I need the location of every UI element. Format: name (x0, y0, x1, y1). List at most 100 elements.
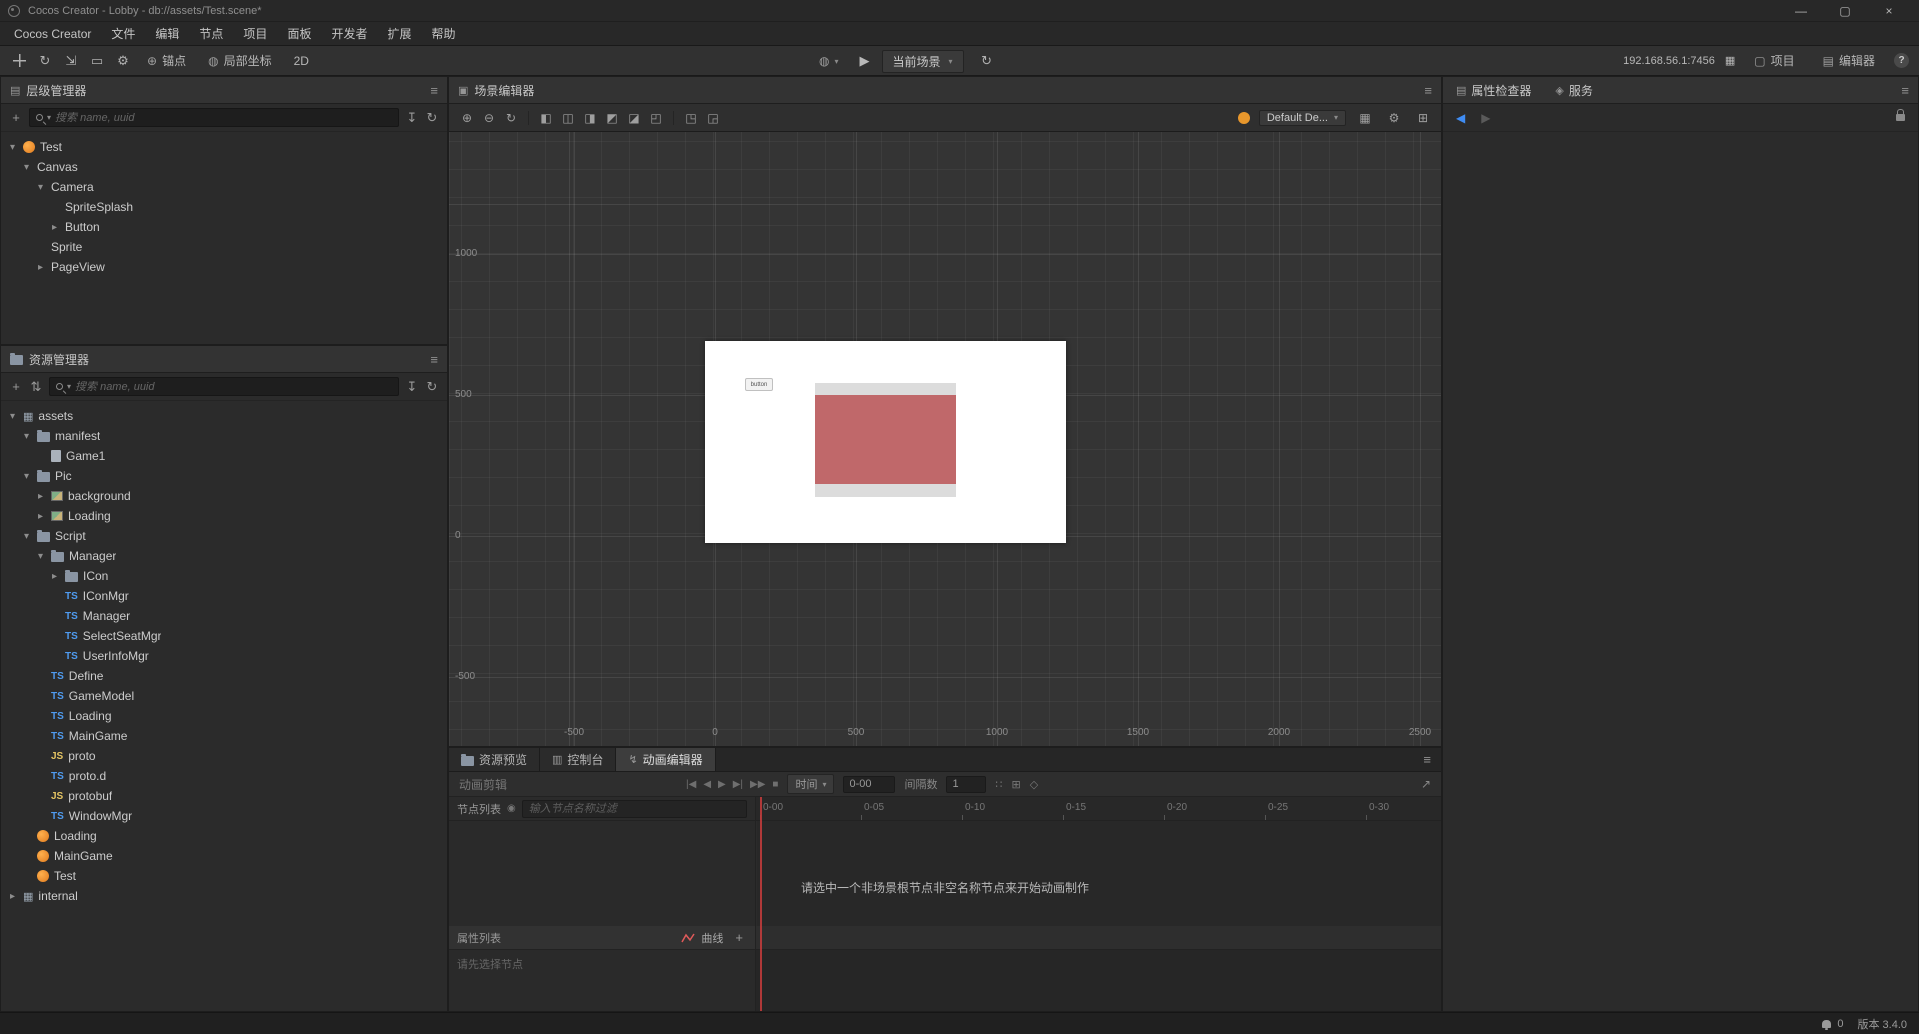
collapse-all-icon[interactable]: ↧ (405, 110, 419, 126)
time-value-input[interactable] (843, 775, 896, 793)
tree-item[interactable]: TS proto.d (1, 766, 447, 786)
keyframe-grid-icon[interactable]: ∷ (995, 778, 1002, 791)
tree-item[interactable]: Sprite (1, 237, 447, 257)
export-icon[interactable]: ↗ (1421, 777, 1431, 791)
tree-item[interactable]: ▾ Script (1, 526, 447, 546)
close-button[interactable]: × (1867, 0, 1911, 22)
scene-settings-icon[interactable]: ⚙ (1384, 111, 1404, 125)
chevron-right-icon[interactable]: ▸ (49, 222, 60, 233)
tab-service[interactable]: ◈ 服务 (1551, 82, 1596, 99)
tree-item[interactable]: Loading (1, 826, 447, 846)
tree-item[interactable]: ▾ Manager (1, 546, 447, 566)
node-list-area[interactable] (449, 821, 756, 926)
align-top-icon[interactable]: ◩ (602, 111, 622, 125)
move-tool-icon[interactable] (8, 50, 30, 72)
node-filter-input[interactable] (521, 799, 747, 818)
event-icon[interactable]: ⊞ (1011, 778, 1020, 791)
chevron-down-icon[interactable]: ▾ (7, 142, 18, 153)
tree-item[interactable]: TS Loading (1, 706, 447, 726)
tree-item[interactable]: TS SelectSeatMgr (1, 626, 447, 646)
distribute-horizontal-icon[interactable]: ◳ (681, 111, 701, 125)
minimize-button[interactable]: — (1779, 0, 1823, 22)
menu-item[interactable]: 扩展 (377, 22, 421, 46)
tree-item[interactable]: ▾ Canvas (1, 157, 447, 177)
open-editor-button[interactable]: ▤ 编辑器 (1814, 50, 1884, 72)
chevron-down-icon[interactable]: ▾ (21, 162, 32, 173)
help-icon[interactable]: ? (1894, 53, 1909, 68)
skip-to-start-button[interactable]: |◀ (686, 779, 696, 790)
panel-menu-icon[interactable]: ≡ (1901, 83, 1909, 98)
time-mode-select[interactable]: 时间 ▾ (787, 774, 835, 794)
add-asset-button[interactable]: + (9, 379, 23, 394)
curve-button[interactable]: 曲线 (681, 930, 723, 946)
scene-viewport[interactable]: button 1000 500 0 -500 -500 0 500 1000 1500 2000 2… (449, 132, 1441, 746)
tree-item[interactable]: JS proto (1, 746, 447, 766)
interval-input[interactable] (946, 775, 987, 793)
local-coords-toggle-button[interactable]: ◍ 局部坐标 (199, 50, 281, 72)
panel-menu-icon[interactable]: ≡ (1424, 83, 1432, 98)
tree-item[interactable]: SpriteSplash (1, 197, 447, 217)
layout-dropdown-icon[interactable]: ▦ (1355, 111, 1375, 125)
refresh-icon[interactable]: ↻ (425, 110, 439, 126)
skip-to-end-button[interactable]: ▶▶ (750, 779, 765, 790)
menu-item[interactable]: 开发者 (321, 22, 377, 46)
scene-select[interactable]: 当前场景 ▾ (881, 49, 964, 73)
qr-code-icon[interactable]: ▦ (1725, 54, 1735, 67)
tree-item[interactable]: Game1 (1, 446, 447, 466)
notification-bell-icon[interactable] (1822, 1019, 1832, 1030)
panel-menu-icon[interactable]: ≡ (430, 83, 438, 98)
history-forward-icon[interactable]: ▶ (1481, 111, 1490, 125)
expand-icon[interactable]: ⊞ (1413, 111, 1433, 125)
tree-item[interactable]: TS MainGame (1, 726, 447, 746)
tree-item[interactable]: ▸ PageView (1, 257, 447, 277)
stop-button[interactable]: ■ (772, 779, 778, 790)
anim-play-button[interactable]: ▶ (718, 779, 726, 790)
chevron-right-icon[interactable]: ▸ (35, 262, 46, 273)
panel-menu-icon[interactable]: ≡ (430, 352, 438, 367)
align-vertical-center-icon[interactable]: ◪ (624, 111, 644, 125)
menu-item[interactable]: 项目 (233, 22, 277, 46)
chevron-right-icon[interactable]: ▸ (35, 491, 46, 502)
tree-item[interactable]: ▸ ▦ internal (1, 886, 447, 906)
rect-tool-icon[interactable]: ▭ (86, 50, 108, 72)
camera-icon[interactable]: ◇ (1030, 778, 1038, 791)
tab-animation-editor[interactable]: ↯ 动画编辑器 (616, 748, 716, 771)
preview-platform-button[interactable]: ◍ ▾ (810, 50, 848, 72)
timeline-ruler[interactable]: 0-00 0-05 0-10 0-15 0-20 0-25 0-30 (756, 797, 1441, 820)
tree-item[interactable]: TS GameModel (1, 686, 447, 706)
tree-item[interactable]: TS IConMgr (1, 586, 447, 606)
chevron-down-icon[interactable]: ▾ (21, 431, 32, 442)
zoom-out-icon[interactable]: ⊖ (479, 111, 499, 125)
menu-item[interactable]: 文件 (101, 22, 145, 46)
chevron-down-icon[interactable]: ▾ (21, 531, 32, 542)
align-horizontal-center-icon[interactable]: ◫ (558, 111, 578, 125)
tree-item[interactable]: ▸ Loading (1, 506, 447, 526)
collapse-all-icon[interactable]: ↧ (405, 379, 419, 395)
menu-item[interactable]: 节点 (189, 22, 233, 46)
refresh-icon[interactable]: ↻ (425, 379, 439, 395)
refresh-button[interactable]: ↻ (976, 50, 998, 72)
tree-item[interactable]: ▾ ▦ assets (1, 406, 447, 426)
sort-icon[interactable]: ⇅ (29, 379, 43, 395)
gizmo-settings-icon[interactable]: ⚙ (112, 50, 134, 72)
play-button[interactable]: ▶ (860, 53, 870, 69)
tree-item[interactable]: ▾ Camera (1, 177, 447, 197)
tree-item[interactable]: ▾ Test (1, 137, 447, 157)
playhead[interactable] (760, 797, 762, 1011)
align-bottom-icon[interactable]: ◰ (646, 111, 666, 125)
distribute-vertical-icon[interactable]: ◲ (703, 111, 723, 125)
align-right-icon[interactable]: ◨ (580, 111, 600, 125)
chevron-down-icon[interactable]: ▾ (21, 471, 32, 482)
zoom-in-icon[interactable]: ⊕ (457, 111, 477, 125)
step-forward-button[interactable]: ▶| (733, 779, 743, 790)
maximize-button[interactable]: ▢ (1823, 0, 1867, 22)
menu-item[interactable]: 编辑 (145, 22, 189, 46)
menu-item[interactable]: 帮助 (421, 22, 465, 46)
tree-item[interactable]: ▸ ICon (1, 566, 447, 586)
panel-menu-icon[interactable]: ≡ (1423, 752, 1441, 767)
align-left-icon[interactable]: ◧ (536, 111, 556, 125)
hierarchy-search-input[interactable] (55, 111, 392, 124)
timeline-area[interactable] (757, 821, 1441, 926)
tree-item[interactable]: ▸ background (1, 486, 447, 506)
tree-item[interactable]: TS UserInfoMgr (1, 646, 447, 666)
